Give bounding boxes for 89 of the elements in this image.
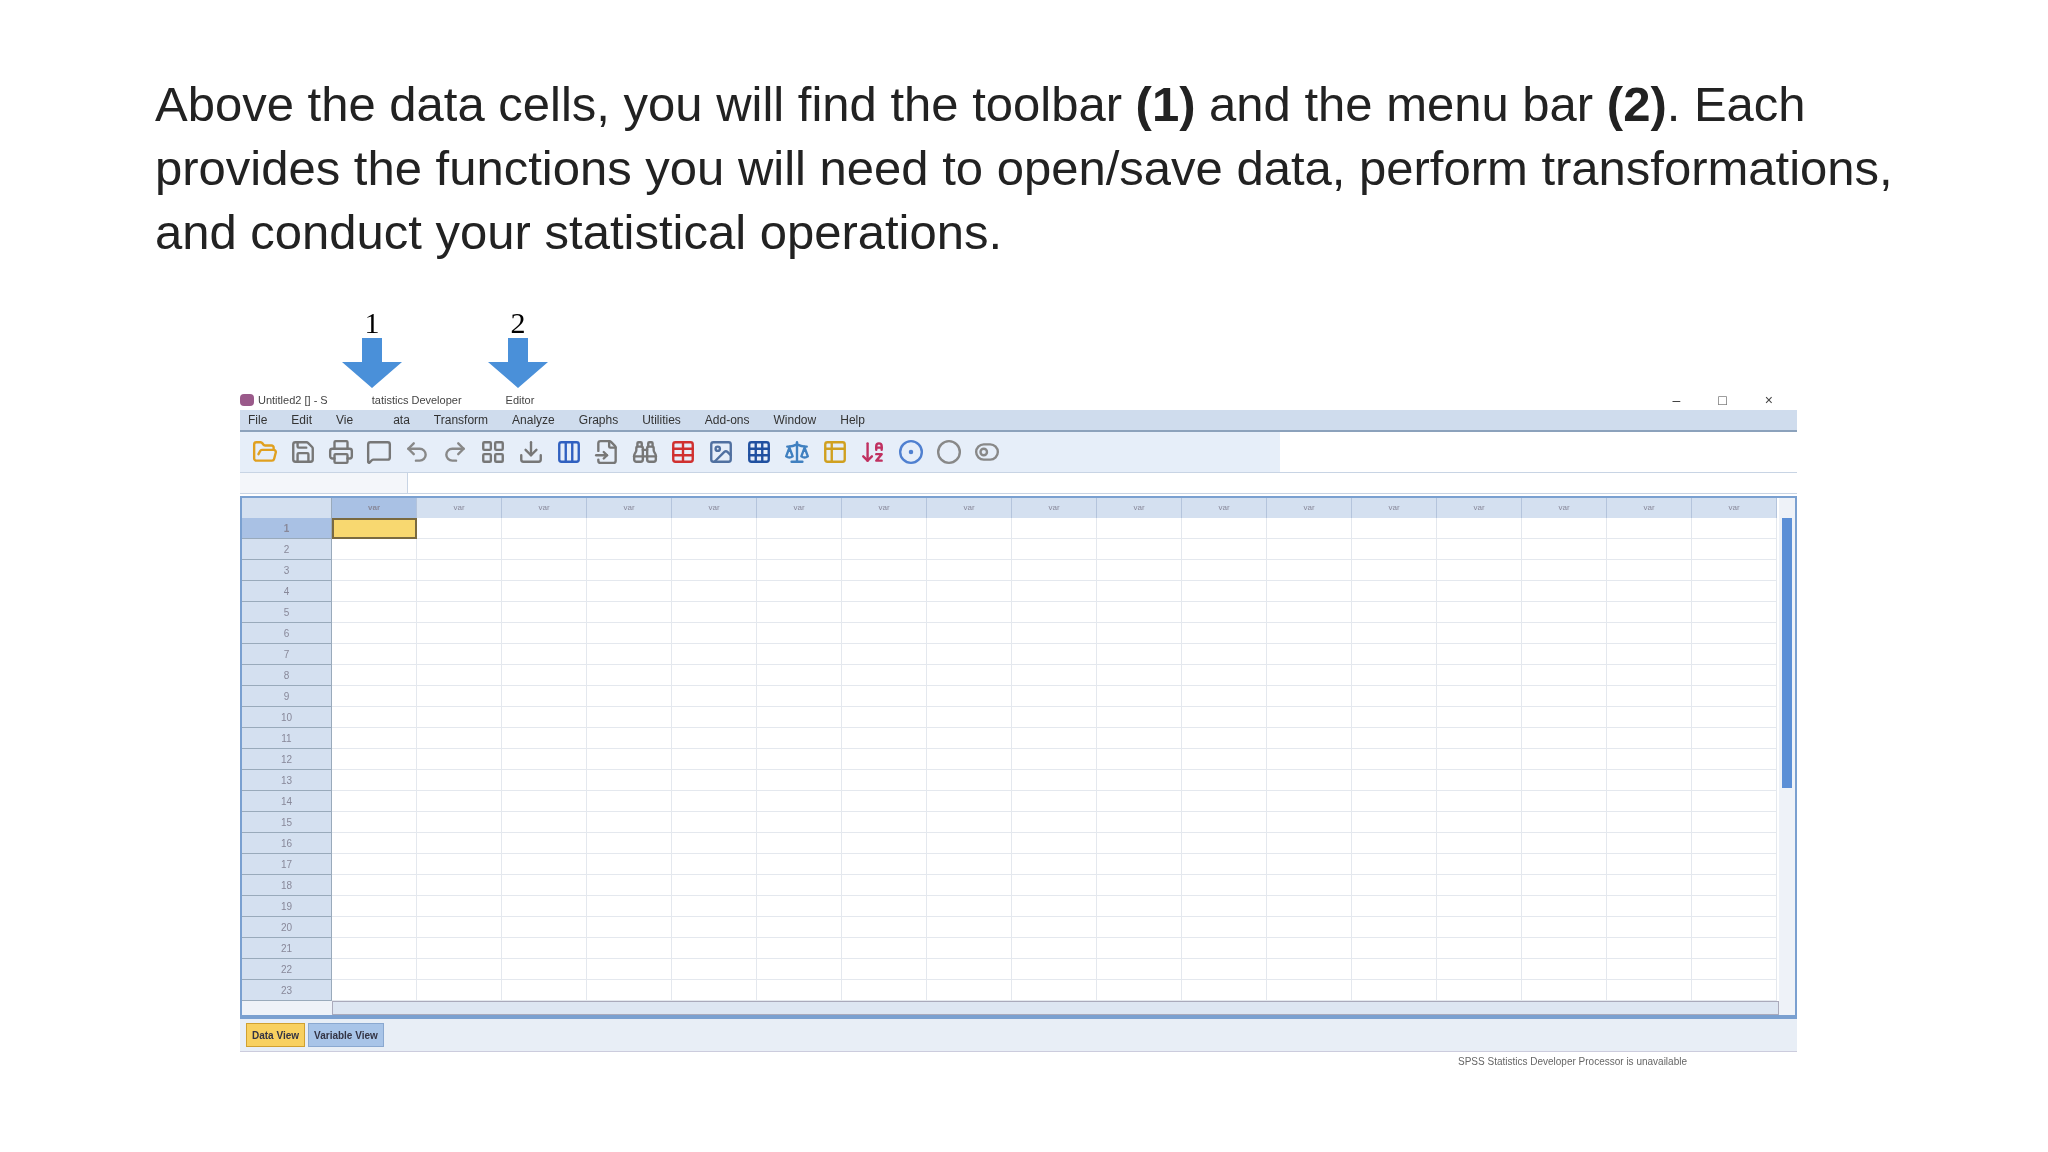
column-header[interactable]: var [1522,498,1607,518]
circle-icon[interactable] [936,439,962,465]
column-header[interactable]: var [417,498,502,518]
column-header[interactable]: var [1182,498,1267,518]
annotation-number: 2 [510,308,526,338]
column-header[interactable]: var [672,498,757,518]
row-header[interactable]: 15 [242,812,332,833]
binoculars-icon[interactable] [632,439,658,465]
dialog-icon[interactable] [366,439,392,465]
menu-item[interactable]: Edit [291,411,313,429]
column-header[interactable]: var [1012,498,1097,518]
row-header[interactable]: 21 [242,938,332,959]
column-header[interactable]: var [1437,498,1522,518]
row-header[interactable]: 17 [242,854,332,875]
row-header[interactable]: 4 [242,581,332,602]
row-header[interactable]: 2 [242,539,332,560]
row-header[interactable]: 23 [242,980,332,1001]
row-header[interactable]: 8 [242,665,332,686]
annotation-number: 1 [364,308,380,338]
row-header[interactable]: 10 [242,707,332,728]
row-header[interactable]: 11 [242,728,332,749]
table-icon[interactable] [670,439,696,465]
row-header[interactable]: 18 [242,875,332,896]
view-tab[interactable]: Data View [246,1023,306,1047]
status-text: SPSS Statistics Developer Processor is unavailable [1458,1055,1687,1069]
window-title: Untitled2 [] - S [258,392,328,408]
slide-paragraph: Above the data cells, you will find the toolbar (1) and the menu bar (2). Each provides the functions you will need to open/save data, perform transformations, and conduct your statistical operations. [155,76,1894,261]
menu-item[interactable]: Help [840,411,865,429]
redo-icon[interactable] [442,439,468,465]
menu-item[interactable]: Vie [336,411,354,429]
undo-icon[interactable] [404,439,430,465]
insert-icon[interactable] [518,439,544,465]
column-header[interactable]: var [502,498,587,518]
folder-icon[interactable] [252,439,278,465]
menu-item[interactable]: Transform [433,411,489,429]
row-header[interactable]: 19 [242,896,332,917]
row-header[interactable]: 14 [242,791,332,812]
menu-item[interactable]: Graphs [578,411,619,429]
file-icon[interactable] [594,439,620,465]
row-header[interactable]: 12 [242,749,332,770]
row-header[interactable]: 22 [242,959,332,980]
column-header[interactable]: var [1267,498,1352,518]
column-header[interactable]: var [1352,498,1437,518]
down-arrow-icon [340,338,404,388]
save-icon[interactable] [290,439,316,465]
grid-icon[interactable] [480,439,506,465]
app-logo-icon [240,394,254,406]
column-header[interactable]: var [332,498,417,518]
table-icon[interactable] [822,439,848,465]
column-header[interactable]: var [587,498,672,518]
row-header[interactable]: 7 [242,644,332,665]
window-title: tatistics Developer [371,392,462,408]
image-icon[interactable] [708,439,734,465]
menu-item[interactable]: ata [393,411,410,429]
scale-icon[interactable] [784,439,810,465]
row-header[interactable]: 16 [242,833,332,854]
row-header[interactable]: 6 [242,623,332,644]
sort-icon[interactable] [860,439,886,465]
horizontal-scrollbar[interactable] [332,1001,1779,1015]
row-header[interactable]: 5 [242,602,332,623]
menu-item[interactable]: Utilities [642,411,681,429]
down-arrow-icon [486,338,550,388]
circles-icon[interactable] [898,439,924,465]
row-header[interactable]: 3 [242,560,332,581]
column-header[interactable]: var [842,498,927,518]
row-header[interactable]: 20 [242,917,332,938]
vertical-scrollbar[interactable] [1779,498,1795,1015]
data-cell[interactable] [332,518,417,539]
window-title: Editor [505,392,535,408]
menu-item[interactable]: File [248,411,268,429]
close-button[interactable]: × [1760,389,1777,411]
column-header[interactable]: var [927,498,1012,518]
print-icon[interactable] [328,439,354,465]
split-grid-icon[interactable] [746,439,772,465]
row-header[interactable]: 1 [242,518,332,539]
menu-item[interactable]: Window [773,411,817,429]
column-header[interactable]: var [757,498,842,518]
column-header[interactable]: var [1607,498,1692,518]
menu-item[interactable]: Add-ons [704,411,750,429]
row-header[interactable]: 13 [242,770,332,791]
row-header[interactable]: 9 [242,686,332,707]
menu-item[interactable]: Analyze [512,411,555,429]
view-tab[interactable]: Variable View [308,1023,384,1047]
column-header[interactable]: var [1097,498,1182,518]
minimize-button[interactable]: – [1668,389,1685,411]
maximize-button[interactable]: □ [1714,389,1731,411]
column-header[interactable]: var [1692,498,1777,518]
columns-icon[interactable] [556,439,582,465]
cell-name-field[interactable] [240,473,408,493]
